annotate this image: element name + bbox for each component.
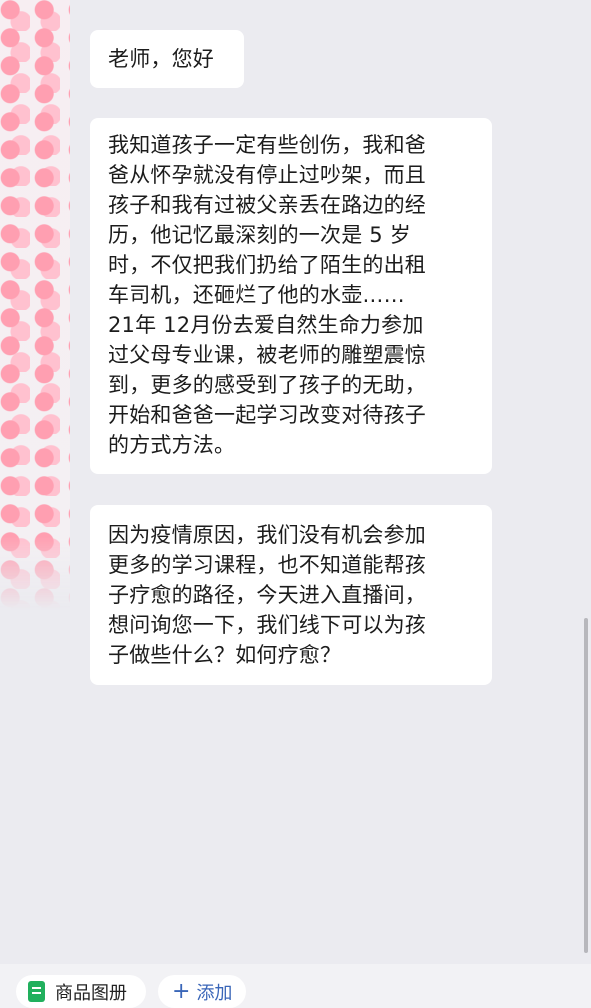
message-bubble: 因为疫情原因，我们没有机会参加 更多的学习课程，也不知道能帮孩 子疗愈的路径，今… (90, 505, 492, 685)
scrollbar[interactable] (584, 618, 588, 953)
product-catalog-button[interactable]: 商品图册 (16, 975, 146, 1008)
message-bubble: 我知道孩子一定有些创伤，我和爸 爸从怀孕就没有停止过吵架，而且 孩子和我有过被父… (90, 118, 492, 474)
add-label: 添加 (196, 982, 233, 1004)
plus-icon: + (172, 978, 191, 1004)
avatar (0, 0, 70, 610)
document-icon (28, 981, 45, 1002)
message-bubble: 老师，您好 (90, 30, 244, 88)
add-button[interactable]: + 添加 (158, 975, 246, 1008)
product-catalog-label: 商品图册 (55, 982, 127, 1004)
